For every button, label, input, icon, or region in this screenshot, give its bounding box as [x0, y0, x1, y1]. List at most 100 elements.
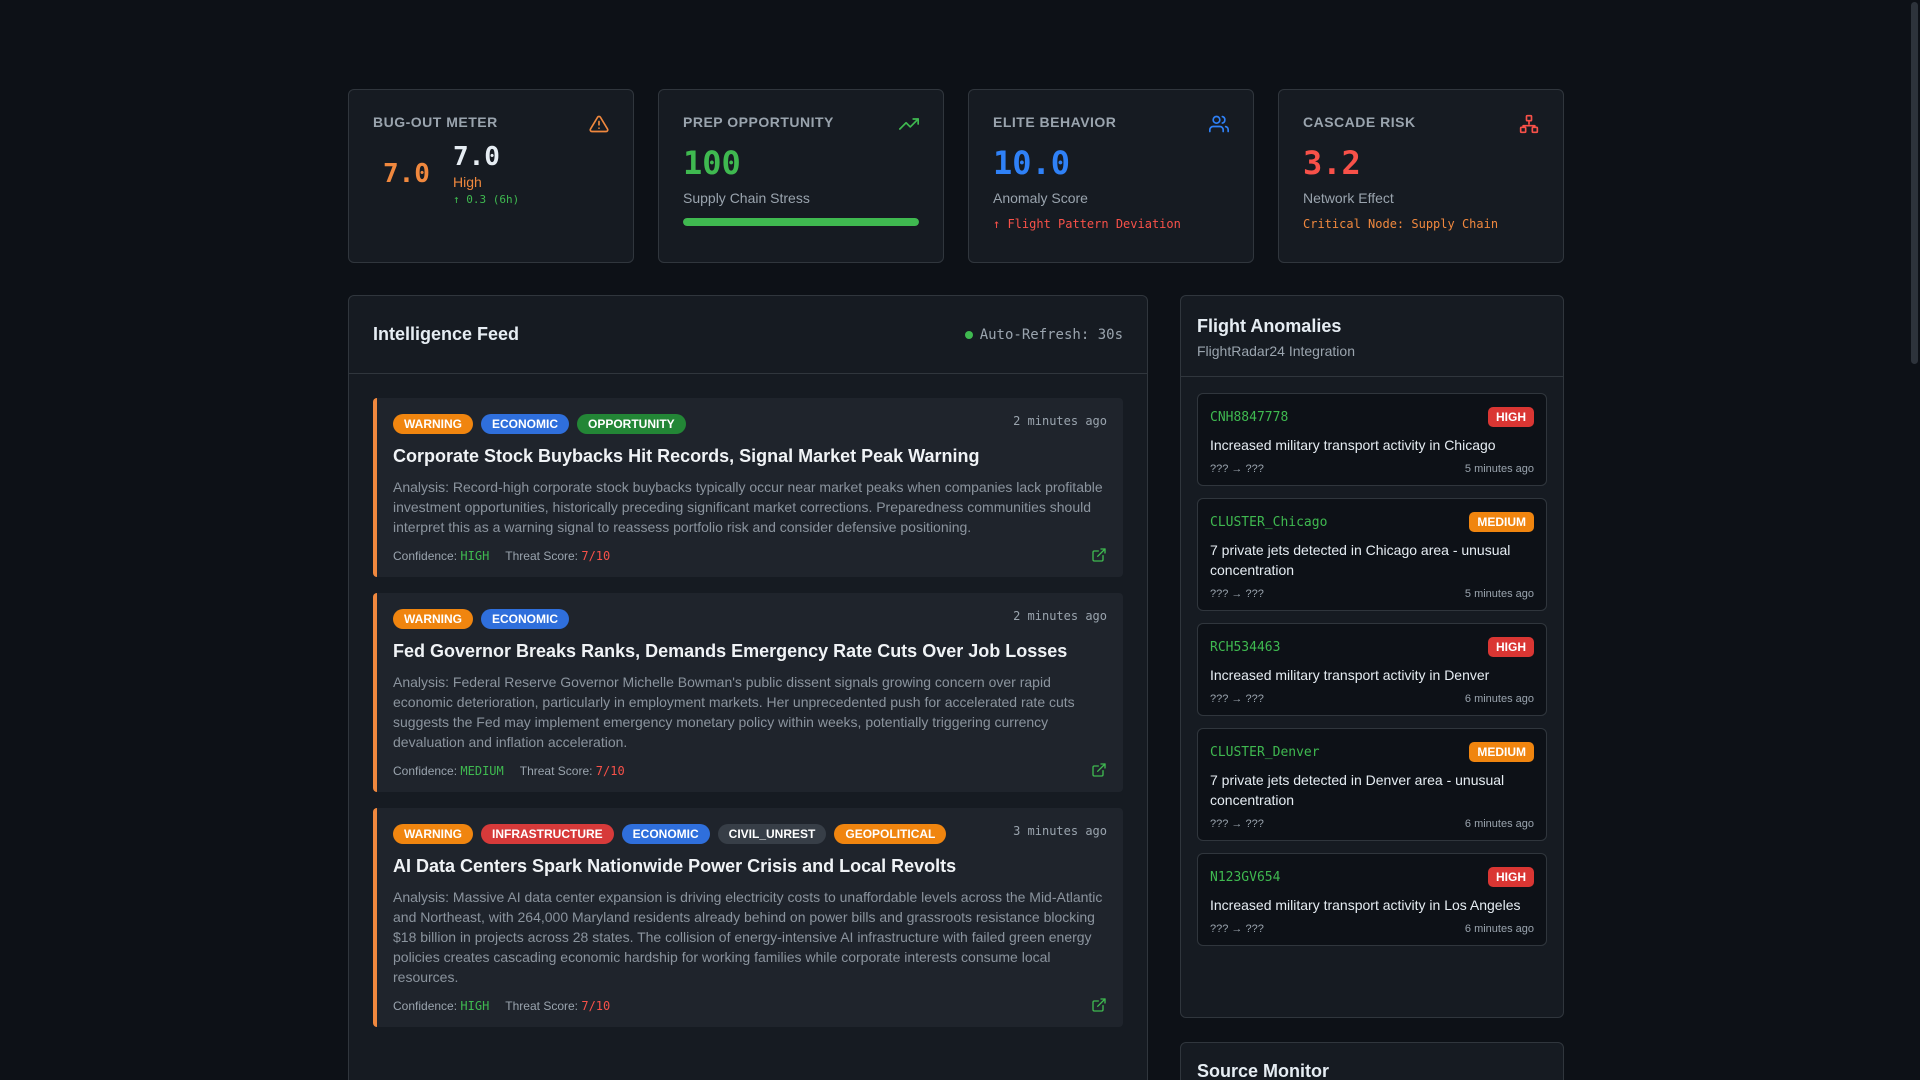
cascade-risk-value: 3.2: [1303, 144, 1361, 182]
intelligence-feed-panel: Intelligence Feed Auto-Refresh: 30s WARN…: [348, 295, 1148, 1080]
feed-item-tags: WARNING ECONOMIC OPPORTUNITY: [393, 414, 1107, 434]
flight-description: Increased military transport activity in…: [1210, 437, 1496, 453]
feed-item[interactable]: WARNING INFRASTRUCTURE ECONOMIC CIVIL_UNRES…: [373, 808, 1123, 1027]
flight-callsign: RCH534463: [1210, 639, 1281, 655]
flight-time: 5 minutes ago: [1464, 588, 1534, 600]
warning-triangle-icon: [589, 115, 609, 133]
flight-anomalies-title: Flight Anomalies: [1197, 316, 1342, 336]
flight-card-bottom: ??? → ??? 5 minutes ago: [1210, 588, 1534, 600]
feed-item-title[interactable]: Fed Governor Breaks Ranks, Demands Emerg…: [393, 641, 1107, 662]
threat-score-field: Threat Score: 7/10: [520, 764, 625, 778]
flight-time: 6 minutes ago: [1464, 923, 1534, 935]
bugout-delta: ↑ 0.3 (6h): [453, 193, 520, 206]
prep-opportunity-card: PREP OPPORTUNITY 100 Supply Chain Stress: [658, 89, 944, 263]
flight-anomaly-card[interactable]: RCH534463 HIGH Increased military transpor…: [1197, 623, 1547, 716]
threat-score-field: Threat Score: 7/10: [505, 999, 610, 1013]
live-status-dot: [964, 330, 973, 339]
tag-economic: ECONOMIC: [481, 609, 569, 629]
feed-item-analysis: Analysis: Record-high corporate stock bu…: [393, 479, 1103, 535]
external-link-icon[interactable]: [1091, 997, 1107, 1013]
feed-item-title[interactable]: Corporate Stock Buybacks Hit Records, Si…: [393, 446, 1107, 467]
flight-card-top: CLUSTER_Denver MEDIUM: [1210, 742, 1534, 762]
flight-callsign: CLUSTER_Chicago: [1210, 514, 1328, 530]
page-scrollbar[interactable]: [1908, 0, 1920, 1080]
cascade-risk-title: CASCADE RISK: [1303, 114, 1416, 130]
threat-score-label: Threat Score:: [519, 764, 593, 778]
flight-description: Increased military transport activity in…: [1210, 897, 1521, 913]
elite-behavior-label: Anomaly Score: [993, 190, 1088, 206]
feed-item-time: 2 minutes ago: [1013, 609, 1107, 623]
threat-score-value: 7/10: [595, 764, 625, 778]
external-link-icon[interactable]: [1091, 762, 1107, 778]
confidence-label: Confidence:: [393, 999, 458, 1013]
confidence-label: Confidence:: [393, 549, 458, 563]
threat-score-field: Threat Score: 7/10: [505, 549, 610, 563]
flight-anomaly-card[interactable]: CNH8847778 HIGH Increased military transpo…: [1197, 393, 1547, 486]
confidence-field: Confidence: MEDIUM: [393, 764, 504, 778]
flight-card-bottom: ??? → ??? 5 minutes ago: [1210, 463, 1534, 475]
confidence-field: Confidence: HIGH: [393, 999, 489, 1013]
bugout-meter-card: BUG-OUT METER 7.0 7.0 High ↑ 0.3 (6h): [348, 89, 634, 263]
tag-geopolitical: GEOPOLITICAL: [834, 824, 947, 844]
cascade-risk-card: CASCADE RISK 3.2 Network Effect Critical…: [1278, 89, 1564, 263]
supply-chain-progress-fill: [683, 218, 919, 226]
flight-anomaly-card[interactable]: CLUSTER_Denver MEDIUM 7 private jets detec…: [1197, 728, 1547, 841]
auto-refresh-label: Auto-Refresh: 30s: [979, 326, 1123, 343]
flight-route: ??? → ???: [1210, 693, 1264, 705]
flight-callsign: CNH8847778: [1210, 409, 1289, 425]
supply-chain-progress-bar: [683, 218, 919, 226]
flight-route: ??? → ???: [1210, 588, 1264, 600]
prep-opportunity-value: 100: [683, 144, 741, 182]
feed-item-footer: Confidence: HIGH Threat Score: 7/10: [393, 999, 1107, 1013]
flight-anomaly-card[interactable]: N123GV654 HIGH Increased military transpor…: [1197, 853, 1547, 946]
flight-card-bottom: ??? → ??? 6 minutes ago: [1210, 923, 1534, 935]
external-link-icon[interactable]: [1091, 547, 1107, 563]
auto-refresh-indicator: Auto-Refresh: 30s: [964, 326, 1123, 343]
flight-description: 7 private jets detected in Chicago area …: [1210, 542, 1511, 578]
feed-item[interactable]: WARNING ECONOMIC OPPORTUNITY 2 minutes ago C…: [373, 398, 1123, 577]
flight-route: ??? → ???: [1210, 463, 1264, 475]
confidence-value: MEDIUM: [460, 764, 504, 778]
flight-description: Increased military transport activity in…: [1210, 667, 1490, 683]
elite-behavior-value: 10.0: [993, 144, 1071, 182]
feed-item-time: 2 minutes ago: [1013, 414, 1107, 428]
feed-item[interactable]: WARNING ECONOMIC 2 minutes ago Fed Governor…: [373, 593, 1123, 792]
severity-badge: HIGH: [1488, 407, 1534, 427]
bugout-level: High: [453, 174, 482, 190]
flight-card-bottom: ??? → ??? 6 minutes ago: [1210, 693, 1534, 705]
flight-route: ??? → ???: [1210, 923, 1264, 935]
feed-item-time: 3 minutes ago: [1013, 824, 1107, 838]
source-monitor-title: Source Monitor: [1197, 1061, 1330, 1080]
threat-score-value: 7/10: [581, 549, 611, 563]
feed-item-footer: Confidence: MEDIUM Threat Score: 7/10: [393, 764, 1107, 778]
tag-warning: WARNING: [393, 414, 473, 434]
flight-anomaly-card[interactable]: CLUSTER_Chicago MEDIUM 7 private jets dete…: [1197, 498, 1547, 611]
flight-card-top: CLUSTER_Chicago MEDIUM: [1210, 512, 1534, 532]
scrollbar-thumb[interactable]: [1911, 2, 1918, 364]
flight-time: 6 minutes ago: [1464, 693, 1534, 705]
severity-badge: MEDIUM: [1469, 742, 1534, 762]
feed-item-title[interactable]: AI Data Centers Spark Nationwide Power C…: [393, 856, 1107, 877]
intelligence-feed-list: WARNING ECONOMIC OPPORTUNITY 2 minutes ago C…: [349, 374, 1147, 1027]
flight-description: 7 private jets detected in Denver area -…: [1210, 772, 1505, 808]
tag-infrastructure: INFRASTRUCTURE: [481, 824, 614, 844]
tag-economic: ECONOMIC: [621, 824, 710, 844]
tag-civil-unrest: CIVIL_UNREST: [717, 824, 827, 844]
tag-economic: ECONOMIC: [481, 414, 569, 434]
feed-item-analysis: Analysis: Federal Reserve Governor Miche…: [393, 674, 1075, 750]
source-monitor-panel: Source Monitor: [1180, 1042, 1564, 1080]
flight-card-top: N123GV654 HIGH: [1210, 867, 1534, 887]
feed-item-tags: WARNING ECONOMIC: [393, 609, 1107, 629]
flight-time: 6 minutes ago: [1464, 818, 1534, 830]
trending-up-icon: [899, 118, 919, 130]
flight-callsign: CLUSTER_Denver: [1210, 744, 1320, 760]
elite-behavior-card: ELITE BEHAVIOR 10.0 Anomaly Score ↑ Flig…: [968, 89, 1254, 263]
flight-anomalies-panel: Flight Anomalies FlightRadar24 Integrati…: [1180, 295, 1564, 1018]
threat-score-label: Threat Score:: [505, 549, 578, 563]
network-icon: [1519, 114, 1539, 134]
flight-anomalies-subtitle: FlightRadar24 Integration: [1197, 343, 1355, 359]
tag-warning: WARNING: [393, 609, 473, 629]
threat-score-value: 7/10: [581, 999, 611, 1013]
flight-card-top: RCH534463 HIGH: [1210, 637, 1534, 657]
cascade-risk-label: Network Effect: [1303, 190, 1394, 206]
